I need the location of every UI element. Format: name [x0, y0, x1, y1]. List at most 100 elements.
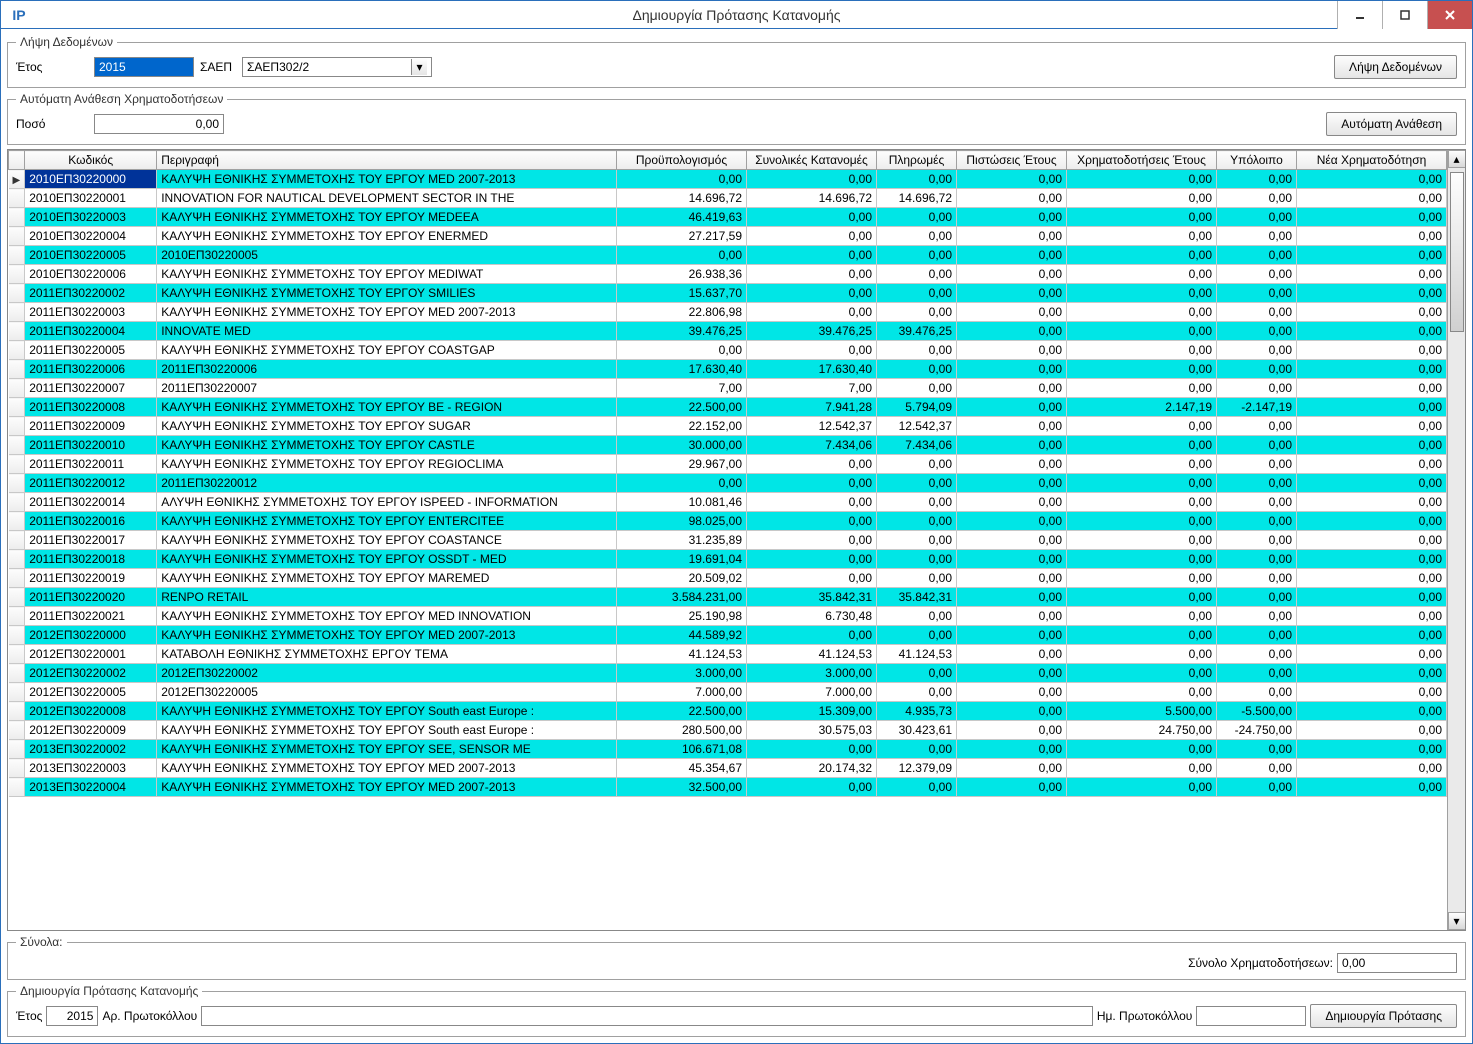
cell-credit[interactable]: 0,00 [957, 455, 1067, 474]
cell-bal[interactable]: 0,00 [1217, 284, 1297, 303]
cell-fund[interactable]: 0,00 [1067, 474, 1217, 493]
table-row[interactable]: 2010ΕΠ30220006ΚΑΛΥΨΗ ΕΘΝΙΚΗΣ ΣΥΜΜΕΤΟΧΗΣ … [9, 265, 1447, 284]
table-row[interactable]: 2011ΕΠ30220014ΑΛΥΨΗ ΕΘΝΙΚΗΣ ΣΥΜΜΕΤΟΧΗΣ Τ… [9, 493, 1447, 512]
cell-code[interactable]: 2011ΕΠ30220008 [25, 398, 157, 417]
cell-code[interactable]: 2013ΕΠ30220004 [25, 778, 157, 797]
cell-credit[interactable]: 0,00 [957, 170, 1067, 189]
cell-fund[interactable]: 0,00 [1067, 436, 1217, 455]
cell-code[interactable]: 2012ΕΠ30220000 [25, 626, 157, 645]
cell-code[interactable]: 2011ΕΠ30220002 [25, 284, 157, 303]
cell-new[interactable]: 0,00 [1297, 702, 1447, 721]
cell-fund[interactable]: 0,00 [1067, 569, 1217, 588]
cell-code[interactable]: 2012ΕΠ30220008 [25, 702, 157, 721]
col-budget[interactable]: Προϋπολογισμός [617, 151, 747, 170]
cell-budget[interactable]: 22.500,00 [617, 702, 747, 721]
protocol-date-input[interactable] [1196, 1006, 1306, 1026]
cell-code[interactable]: 2010ΕΠ30220000 [25, 170, 157, 189]
cell-alloc[interactable]: 7.000,00 [747, 683, 877, 702]
data-grid[interactable]: Κωδικός Περιγραφή Προϋπολογισμός Συνολικ… [7, 149, 1466, 931]
cell-code[interactable]: 2011ΕΠ30220020 [25, 588, 157, 607]
cell-new[interactable]: 0,00 [1297, 588, 1447, 607]
cell-bal[interactable]: 0,00 [1217, 208, 1297, 227]
cell-budget[interactable]: 280.500,00 [617, 721, 747, 740]
cell-budget[interactable]: 0,00 [617, 474, 747, 493]
cell-pay[interactable]: 0,00 [877, 607, 957, 626]
cell-bal[interactable]: 0,00 [1217, 550, 1297, 569]
cell-credit[interactable]: 0,00 [957, 607, 1067, 626]
cell-alloc[interactable]: 0,00 [747, 778, 877, 797]
cell-credit[interactable]: 0,00 [957, 721, 1067, 740]
table-row[interactable]: 2010ΕΠ302200052010ΕΠ302200050,000,000,00… [9, 246, 1447, 265]
cell-credit[interactable]: 0,00 [957, 664, 1067, 683]
cell-pay[interactable]: 0,00 [877, 569, 957, 588]
cell-fund[interactable]: 0,00 [1067, 417, 1217, 436]
cell-credit[interactable]: 0,00 [957, 303, 1067, 322]
table-row[interactable]: 2011ΕΠ302200062011ΕΠ3022000617.630,4017.… [9, 360, 1447, 379]
cell-code[interactable]: 2011ΕΠ30220005 [25, 341, 157, 360]
table-row[interactable]: 2011ΕΠ30220008ΚΑΛΥΨΗ ΕΘΝΙΚΗΣ ΣΥΜΜΕΤΟΧΗΣ … [9, 398, 1447, 417]
cell-alloc[interactable]: 0,00 [747, 626, 877, 645]
cell-new[interactable]: 0,00 [1297, 417, 1447, 436]
col-payments[interactable]: Πληρωμές [877, 151, 957, 170]
cell-fund[interactable]: 0,00 [1067, 664, 1217, 683]
cell-pay[interactable]: 0,00 [877, 550, 957, 569]
cell-budget[interactable]: 0,00 [617, 341, 747, 360]
cell-bal[interactable]: 0,00 [1217, 474, 1297, 493]
cell-pay[interactable]: 0,00 [877, 626, 957, 645]
table-row[interactable]: ▶2010ΕΠ30220000ΚΑΛΥΨΗ ΕΘΝΙΚΗΣ ΣΥΜΜΕΤΟΧΗΣ… [9, 170, 1447, 189]
cell-code[interactable]: 2010ΕΠ30220001 [25, 189, 157, 208]
cell-new[interactable]: 0,00 [1297, 683, 1447, 702]
cell-budget[interactable]: 20.509,02 [617, 569, 747, 588]
cell-new[interactable]: 0,00 [1297, 265, 1447, 284]
create-proposal-button[interactable]: Δημιουργία Πρότασης [1310, 1004, 1457, 1028]
table-row[interactable]: 2011ΕΠ30220021ΚΑΛΥΨΗ ΕΘΝΙΚΗΣ ΣΥΜΜΕΤΟΧΗΣ … [9, 607, 1447, 626]
cell-fund[interactable]: 0,00 [1067, 455, 1217, 474]
cell-budget[interactable]: 14.696,72 [617, 189, 747, 208]
cell-desc[interactable]: 2012ΕΠ30220002 [157, 664, 617, 683]
cell-new[interactable]: 0,00 [1297, 170, 1447, 189]
cell-alloc[interactable]: 0,00 [747, 474, 877, 493]
cell-credit[interactable]: 0,00 [957, 531, 1067, 550]
cell-new[interactable]: 0,00 [1297, 303, 1447, 322]
cell-desc[interactable]: ΚΑΛΥΨΗ ΕΘΝΙΚΗΣ ΣΥΜΜΕΤΟΧΗΣ ΤΟΥ ΕΡΓΟΥ OSSD… [157, 550, 617, 569]
cell-credit[interactable]: 0,00 [957, 626, 1067, 645]
close-button[interactable] [1427, 1, 1472, 29]
cell-new[interactable]: 0,00 [1297, 493, 1447, 512]
cell-bal[interactable]: 0,00 [1217, 341, 1297, 360]
cell-bal[interactable]: 0,00 [1217, 607, 1297, 626]
col-credit[interactable]: Πιστώσεις Έτους [957, 151, 1067, 170]
cell-alloc[interactable]: 7.941,28 [747, 398, 877, 417]
cell-pay[interactable]: 41.124,53 [877, 645, 957, 664]
cell-code[interactable]: 2011ΕΠ30220014 [25, 493, 157, 512]
table-row[interactable]: 2011ΕΠ30220020RENPO RETAIL3.584.231,0035… [9, 588, 1447, 607]
cell-alloc[interactable]: 0,00 [747, 512, 877, 531]
cell-desc[interactable]: ΚΑΛΥΨΗ ΕΘΝΙΚΗΣ ΣΥΜΜΕΤΟΧΗΣ ΤΟΥ ΕΡΓΟΥ ENER… [157, 227, 617, 246]
table-row[interactable]: 2011ΕΠ30220005ΚΑΛΥΨΗ ΕΘΝΙΚΗΣ ΣΥΜΜΕΤΟΧΗΣ … [9, 341, 1447, 360]
cell-bal[interactable]: 0,00 [1217, 740, 1297, 759]
cell-pay[interactable]: 4.935,73 [877, 702, 957, 721]
cell-new[interactable]: 0,00 [1297, 322, 1447, 341]
cell-credit[interactable]: 0,00 [957, 436, 1067, 455]
cell-pay[interactable]: 0,00 [877, 493, 957, 512]
cell-budget[interactable]: 39.476,25 [617, 322, 747, 341]
cell-credit[interactable]: 0,00 [957, 322, 1067, 341]
cell-fund[interactable]: 0,00 [1067, 778, 1217, 797]
cell-new[interactable]: 0,00 [1297, 512, 1447, 531]
cell-pay[interactable]: 0,00 [877, 531, 957, 550]
cell-new[interactable]: 0,00 [1297, 398, 1447, 417]
col-code[interactable]: Κωδικός [25, 151, 157, 170]
cell-budget[interactable]: 31.235,89 [617, 531, 747, 550]
cell-budget[interactable]: 19.691,04 [617, 550, 747, 569]
cell-credit[interactable]: 0,00 [957, 588, 1067, 607]
cell-new[interactable]: 0,00 [1297, 569, 1447, 588]
cell-budget[interactable]: 15.637,70 [617, 284, 747, 303]
cell-fund[interactable]: 0,00 [1067, 360, 1217, 379]
cell-alloc[interactable]: 0,00 [747, 455, 877, 474]
cell-code[interactable]: 2012ΕΠ30220001 [25, 645, 157, 664]
cell-code[interactable]: 2013ΕΠ30220003 [25, 759, 157, 778]
scroll-up-icon[interactable]: ▴ [1448, 150, 1466, 168]
cell-bal[interactable]: 0,00 [1217, 189, 1297, 208]
cell-budget[interactable]: 46.419,63 [617, 208, 747, 227]
cell-pay[interactable]: 0,00 [877, 778, 957, 797]
cell-credit[interactable]: 0,00 [957, 778, 1067, 797]
